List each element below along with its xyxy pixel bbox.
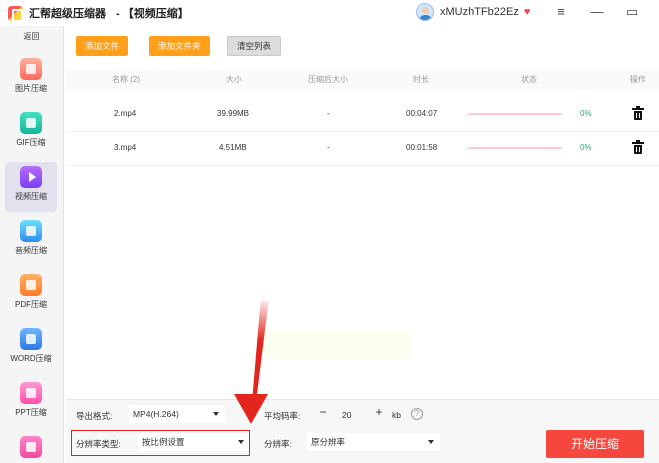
page-subtitle: - 【视频压缩】 — [116, 8, 189, 20]
sidebar-item-label: 视频压缩 — [15, 192, 47, 201]
trash-icon[interactable] — [632, 140, 644, 154]
compressed-size: - — [327, 109, 330, 118]
sidebar-item-more[interactable] — [5, 432, 57, 463]
table-row[interactable]: 2.mp4 39.99MB - 00:04:07 0% — [66, 97, 659, 131]
add-folder-button[interactable]: 添加文件夹 — [149, 36, 210, 56]
annotation-arrow-head-icon — [234, 394, 268, 424]
file-size: 4.51MB — [219, 143, 247, 152]
col-action: 操作 — [630, 75, 646, 84]
progress-percent: 0% — [580, 143, 592, 152]
avatar[interactable] — [416, 3, 434, 21]
help-icon[interactable]: ? — [411, 408, 423, 420]
file-name: 3.mp4 — [114, 143, 137, 152]
start-compress-button[interactable]: 开始压缩 — [546, 430, 644, 458]
title-bar: 汇帮超级压缩器 - 【视频压缩】 xMUzhTFb22Ez ♥ ≡ — ▭ — [0, 0, 659, 26]
more-tool-icon — [20, 436, 42, 458]
user-info[interactable]: xMUzhTFb22Ez ♥ — [416, 3, 530, 21]
menu-icon[interactable]: ≡ — [552, 4, 570, 19]
minimize-icon[interactable]: — — [588, 4, 606, 19]
export-format-value: MP4(H.264) — [133, 409, 179, 419]
sidebar-item-word[interactable]: WORD压缩 — [5, 324, 57, 374]
sidebar: 返回 图片压缩 GIF压缩 视频压缩 音频压缩 PDF压缩 WORD压缩 PPT… — [0, 26, 64, 463]
sidebar-item-audio[interactable]: 音频压缩 — [5, 216, 57, 266]
col-duration: 时长 — [413, 75, 429, 84]
sidebar-item-label: 音频压缩 — [15, 246, 47, 255]
row-divider — [66, 165, 659, 166]
sidebar-item-label: 图片压缩 — [15, 84, 47, 93]
sidebar-item-gif[interactable]: GIF压缩 — [5, 108, 57, 158]
gif-icon — [20, 112, 42, 134]
maximize-icon[interactable]: ▭ — [623, 4, 641, 20]
sidebar-item-label: PPT压缩 — [15, 408, 47, 417]
progress-bar — [468, 147, 562, 149]
username[interactable]: xMUzhTFb22Ez — [440, 6, 519, 18]
sidebar-item-label: GIF压缩 — [16, 138, 46, 147]
sidebar-item-label: WORD压缩 — [10, 354, 52, 363]
bitrate-unit: kb — [392, 410, 401, 420]
audio-icon — [20, 220, 42, 242]
image-icon — [20, 58, 42, 80]
bitrate-decrease-button[interactable]: − — [317, 405, 329, 419]
app-window: 汇帮超级压缩器 - 【视频压缩】 xMUzhTFb22Ez ♥ ≡ — ▭ 返回… — [0, 0, 659, 463]
file-size: 39.99MB — [217, 109, 250, 118]
sidebar-item-ppt[interactable]: PPT压缩 — [5, 378, 57, 428]
add-file-button[interactable]: 添加文件 — [76, 36, 129, 56]
avg-bitrate-label: 平均码率: — [264, 411, 301, 421]
col-size: 大小 — [226, 75, 242, 84]
word-icon — [20, 328, 42, 350]
watermark — [264, 330, 410, 360]
bitrate-increase-button[interactable]: + — [373, 405, 385, 419]
chevron-down-icon — [428, 440, 434, 444]
video-icon — [20, 166, 42, 188]
sidebar-item-label: PDF压缩 — [15, 300, 47, 309]
clear-list-button[interactable]: 清空列表 — [227, 36, 282, 56]
duration: 00:04:07 — [406, 109, 438, 118]
file-name: 2.mp4 — [114, 109, 137, 118]
resolution-select[interactable]: 原分辨率 — [307, 433, 440, 451]
progress-percent: 0% — [580, 109, 592, 118]
resolution-value: 原分辨率 — [311, 437, 346, 447]
export-format-select[interactable]: MP4(H.264) — [129, 405, 225, 423]
file-table-header: 名称 (2) 大小 压缩后大小 时长 状态 操作 — [66, 69, 659, 91]
resolution-label: 分辨率: — [264, 439, 292, 449]
sidebar-item-image[interactable]: 图片压缩 — [5, 54, 57, 104]
compressed-size: - — [327, 143, 330, 152]
progress-bar — [468, 113, 562, 115]
heart-shield-icon[interactable]: ♥ — [524, 6, 531, 18]
col-status: 状态 — [521, 75, 537, 84]
annotation-highlight-box — [71, 430, 250, 456]
chevron-down-icon — [213, 412, 219, 416]
app-title: 汇帮超级压缩器 — [29, 8, 106, 20]
trash-icon[interactable] — [632, 106, 644, 120]
pdf-icon — [20, 274, 42, 296]
table-row[interactable]: 3.mp4 4.51MB - 00:01:58 0% — [66, 131, 659, 165]
bitrate-value[interactable]: 20 — [342, 410, 351, 420]
duration: 00:01:58 — [406, 143, 438, 152]
app-logo-icon — [8, 5, 23, 22]
export-format-label: 导出格式: — [76, 411, 113, 421]
ppt-icon — [20, 382, 42, 404]
col-name[interactable]: 名称 (2) — [112, 69, 140, 91]
sidebar-item-pdf[interactable]: PDF压缩 — [5, 270, 57, 320]
col-compressed-size: 压缩后大小 — [308, 75, 348, 84]
back-button[interactable]: 返回 — [0, 26, 63, 48]
sidebar-item-video[interactable]: 视频压缩 — [5, 162, 57, 212]
